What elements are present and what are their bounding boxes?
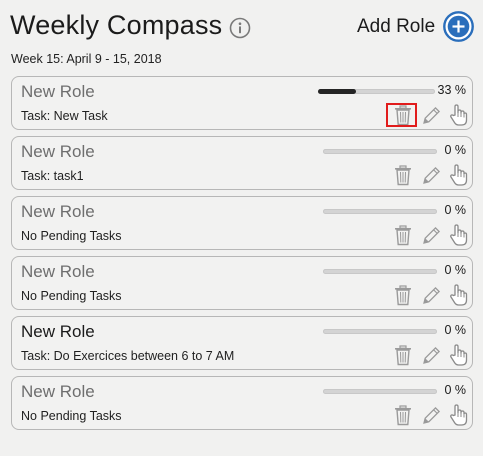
task-text: No Pending Tasks bbox=[21, 229, 122, 243]
progress-bar bbox=[323, 269, 437, 274]
role-card[interactable]: New Role 0 % No Pending Tasks bbox=[11, 376, 473, 430]
add-role-button[interactable] bbox=[443, 11, 474, 42]
progress-percent: 0 % bbox=[444, 323, 466, 337]
pencil-icon[interactable] bbox=[420, 223, 442, 247]
info-icon[interactable] bbox=[229, 17, 251, 39]
task-text: Task: New Task bbox=[21, 109, 108, 123]
task-text: Task: Do Exercices between 6 to 7 AM bbox=[21, 349, 235, 363]
role-name: New Role bbox=[21, 262, 95, 281]
add-role-label[interactable]: Add Role bbox=[357, 16, 435, 38]
progress-percent: 0 % bbox=[444, 203, 466, 217]
trash-icon[interactable] bbox=[392, 403, 414, 427]
hand-pointer-icon[interactable] bbox=[447, 343, 469, 367]
pencil-icon[interactable] bbox=[420, 103, 442, 127]
pencil-icon[interactable] bbox=[420, 163, 442, 187]
progress-percent: 33 % bbox=[437, 83, 467, 97]
progress-bar bbox=[323, 329, 437, 334]
week-label: Week 15: April 9 - 15, 2018 bbox=[11, 52, 162, 66]
progress-percent: 0 % bbox=[444, 143, 466, 157]
task-text: Task: task1 bbox=[21, 169, 84, 183]
hand-pointer-icon[interactable] bbox=[447, 403, 469, 427]
trash-icon[interactable] bbox=[392, 163, 414, 187]
role-name: New Role bbox=[21, 82, 95, 101]
page-title: Weekly Compass bbox=[10, 10, 223, 40]
role-name: New Role bbox=[21, 142, 95, 161]
role-card[interactable]: New Role 0 % Task: task1 bbox=[11, 136, 473, 190]
progress-percent: 0 % bbox=[444, 383, 466, 397]
role-card[interactable]: New Role 0 % No Pending Tasks bbox=[11, 196, 473, 250]
trash-icon[interactable] bbox=[392, 283, 414, 307]
progress-bar bbox=[318, 89, 435, 94]
task-text: No Pending Tasks bbox=[21, 409, 122, 423]
role-name: New Role bbox=[21, 202, 95, 221]
role-name: New Role bbox=[21, 382, 95, 401]
task-text: No Pending Tasks bbox=[21, 289, 122, 303]
hand-pointer-icon[interactable] bbox=[447, 103, 469, 127]
pencil-icon[interactable] bbox=[420, 343, 442, 367]
role-name: New Role bbox=[21, 322, 95, 341]
hand-pointer-icon[interactable] bbox=[447, 223, 469, 247]
progress-bar bbox=[323, 149, 437, 154]
progress-bar bbox=[323, 389, 437, 394]
role-card[interactable]: New Role 0 % No Pending Tasks bbox=[11, 256, 473, 310]
pencil-icon[interactable] bbox=[420, 403, 442, 427]
role-card[interactable]: New Role 33 % Task: New Task bbox=[11, 76, 473, 130]
pencil-icon[interactable] bbox=[420, 283, 442, 307]
progress-bar bbox=[323, 209, 437, 214]
progress-fill bbox=[318, 89, 356, 94]
trash-icon[interactable] bbox=[392, 343, 414, 367]
hand-pointer-icon[interactable] bbox=[447, 283, 469, 307]
plus-circle-icon bbox=[443, 11, 474, 42]
hand-pointer-icon[interactable] bbox=[447, 163, 469, 187]
selection-highlight bbox=[386, 103, 417, 127]
role-card[interactable]: New Role 0 % Task: Do Exercices between … bbox=[11, 316, 473, 370]
header: Weekly Compass Add Role Week 15: April 9… bbox=[0, 0, 483, 70]
trash-icon[interactable] bbox=[392, 223, 414, 247]
progress-percent: 0 % bbox=[444, 263, 466, 277]
